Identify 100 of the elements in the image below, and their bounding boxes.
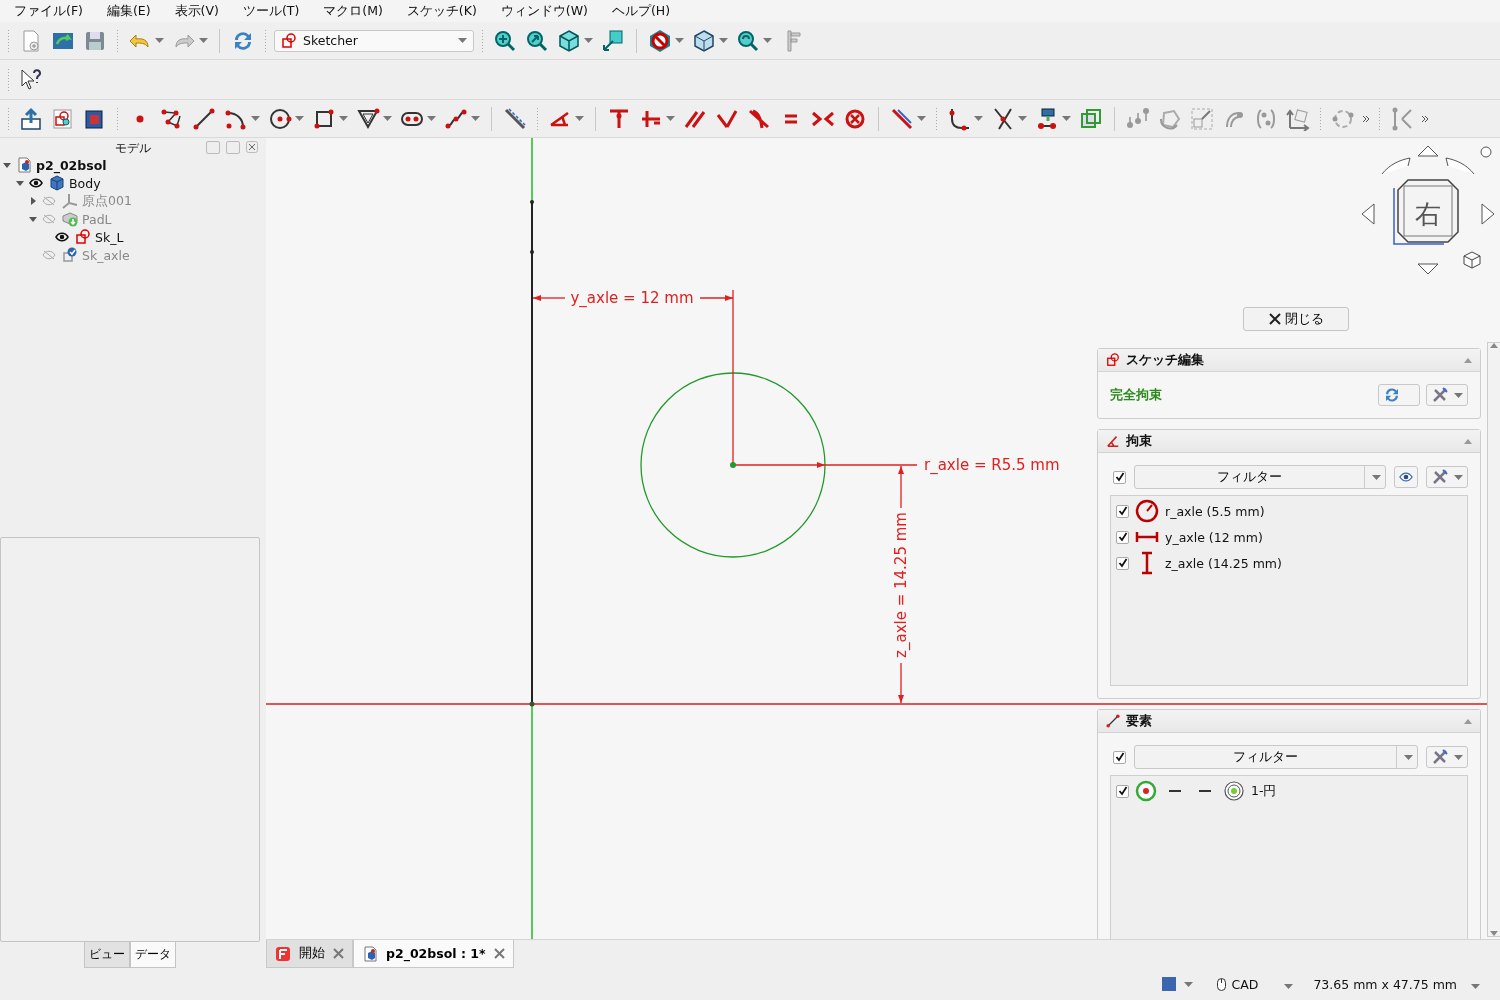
checkbox[interactable] [1116,530,1129,544]
caret-icon[interactable] [471,116,480,121]
checkbox[interactable] [1116,784,1129,798]
view-plane-icon[interactable] [601,28,625,53]
tree-item[interactable]: Sk_L [95,229,124,245]
checkbox[interactable] [1113,750,1126,764]
caret-icon[interactable] [1062,116,1071,121]
array-icon[interactable] [1254,106,1278,131]
close-icon[interactable] [246,141,258,153]
caret-icon[interactable] [339,116,348,121]
element-item[interactable]: 1-円 [1251,782,1277,800]
tool-dropdown-button[interactable] [1426,384,1468,406]
copy-icon[interactable] [1079,106,1103,131]
caret-icon[interactable] [1018,116,1027,121]
constraint-item[interactable]: y_axle (12 mm) [1165,529,1263,545]
fillet-icon[interactable] [947,106,971,131]
move-icon[interactable] [1286,106,1310,131]
menu-item[interactable]: スケッチ(K) [394,2,489,20]
menu-item[interactable]: ファイル(F) [2,2,95,20]
refresh-magnifier-icon[interactable] [736,28,760,53]
leave-sketch-icon[interactable] [19,106,43,131]
caret-icon[interactable] [584,38,593,43]
external-geometry-icon[interactable] [1035,106,1059,131]
caret-icon[interactable] [575,116,584,121]
line-icon[interactable] [192,106,216,131]
dots-icon[interactable] [1126,106,1150,131]
split-lines-icon[interactable] [1390,106,1414,131]
navigation-cube-drawing[interactable] [1361,145,1495,275]
caret-icon[interactable] [199,38,208,43]
eye-icon[interactable] [55,232,69,242]
caret-icon[interactable] [719,38,728,43]
checkbox[interactable] [1116,504,1129,518]
close-button[interactable]: 閉じる [1243,307,1349,331]
visibility-button[interactable] [1394,466,1418,488]
caret-icon[interactable] [763,38,772,43]
caret-icon[interactable] [666,116,675,121]
workbench-dropdown[interactable]: Sketcher [274,29,474,52]
triangle-icon[interactable] [356,106,380,131]
document-tab[interactable]: 開始 [266,940,353,968]
caret-icon[interactable] [1403,754,1413,760]
menu-item[interactable]: ツール(T) [230,2,312,20]
no-entry-icon[interactable] [648,28,672,53]
caret-icon[interactable] [251,116,260,121]
navigation-style[interactable]: CAD [1231,976,1259,992]
zoom-fit-icon[interactable] [493,28,517,53]
tree-item[interactable]: Body [69,175,101,191]
scroll-up-icon[interactable] [1490,343,1498,348]
trim-icon[interactable] [991,106,1015,131]
filter-dropdown[interactable]: フィルター [1134,745,1418,769]
caret-icon[interactable] [1371,474,1381,480]
caret-icon[interactable] [1284,983,1294,989]
tool-dropdown-button[interactable] [1426,746,1468,768]
caret-icon[interactable] [1183,981,1193,987]
collapse-icon[interactable] [1464,357,1472,363]
checkbox[interactable] [1116,556,1129,570]
close-icon[interactable] [333,948,344,959]
eye-icon[interactable] [29,178,43,188]
cube-icon[interactable] [557,28,581,53]
menu-item[interactable]: マクロ(M) [311,2,395,20]
tool-dropdown-button[interactable] [1426,466,1468,488]
whats-this-icon[interactable] [19,67,43,92]
tree-item[interactable]: p2_02bsol [36,157,107,173]
zoom-selection-icon[interactable] [525,28,549,53]
caret-icon[interactable] [458,38,467,43]
menu-item[interactable]: 表示(V) [162,2,231,20]
view-sketch-icon[interactable] [51,106,75,131]
collapse-icon[interactable] [1464,438,1472,444]
caret-icon[interactable] [1471,983,1480,989]
panel-tab[interactable]: ビュー [84,942,130,968]
constraint-item[interactable]: r_axle (5.5 mm) [1165,503,1265,519]
menu-item[interactable]: ウィンドウ(W) [488,2,600,20]
dimension-icon[interactable] [890,106,914,131]
square-icon[interactable] [1161,977,1176,991]
filter-dropdown[interactable]: フィルター [1134,465,1386,489]
menu-item[interactable]: 編集(E) [94,2,163,20]
box-icon[interactable] [692,28,716,53]
document-tab[interactable]: p2_02bsol : 1* [353,940,514,968]
caret-icon[interactable] [1453,474,1463,480]
caret-icon[interactable] [155,38,164,43]
collapse-icon[interactable] [1464,718,1472,724]
panel-tab[interactable]: データ [130,942,176,968]
expand-arrow-icon[interactable] [3,161,11,169]
caret-icon[interactable] [295,116,304,121]
scale-icon[interactable] [1190,106,1214,131]
caret-icon[interactable] [974,116,983,121]
menu-item[interactable]: ヘルプ(H) [599,2,683,20]
expand-arrow-icon[interactable] [29,197,37,205]
caret-icon[interactable] [427,116,436,121]
caret-icon[interactable] [917,116,926,121]
expand-arrow-icon[interactable] [16,179,24,187]
caret-icon[interactable] [383,116,392,121]
checkbox[interactable] [1113,470,1126,484]
scroll-down-icon[interactable] [1490,931,1498,937]
expand-arrow-icon[interactable] [29,215,37,223]
constraint-item[interactable]: z_axle (14.25 mm) [1165,555,1282,571]
caret-icon[interactable] [1453,392,1463,398]
caret-icon[interactable] [1453,754,1463,760]
circle-icon[interactable] [268,106,292,131]
construction-line-icon[interactable] [503,106,527,131]
close-icon[interactable] [493,948,505,959]
